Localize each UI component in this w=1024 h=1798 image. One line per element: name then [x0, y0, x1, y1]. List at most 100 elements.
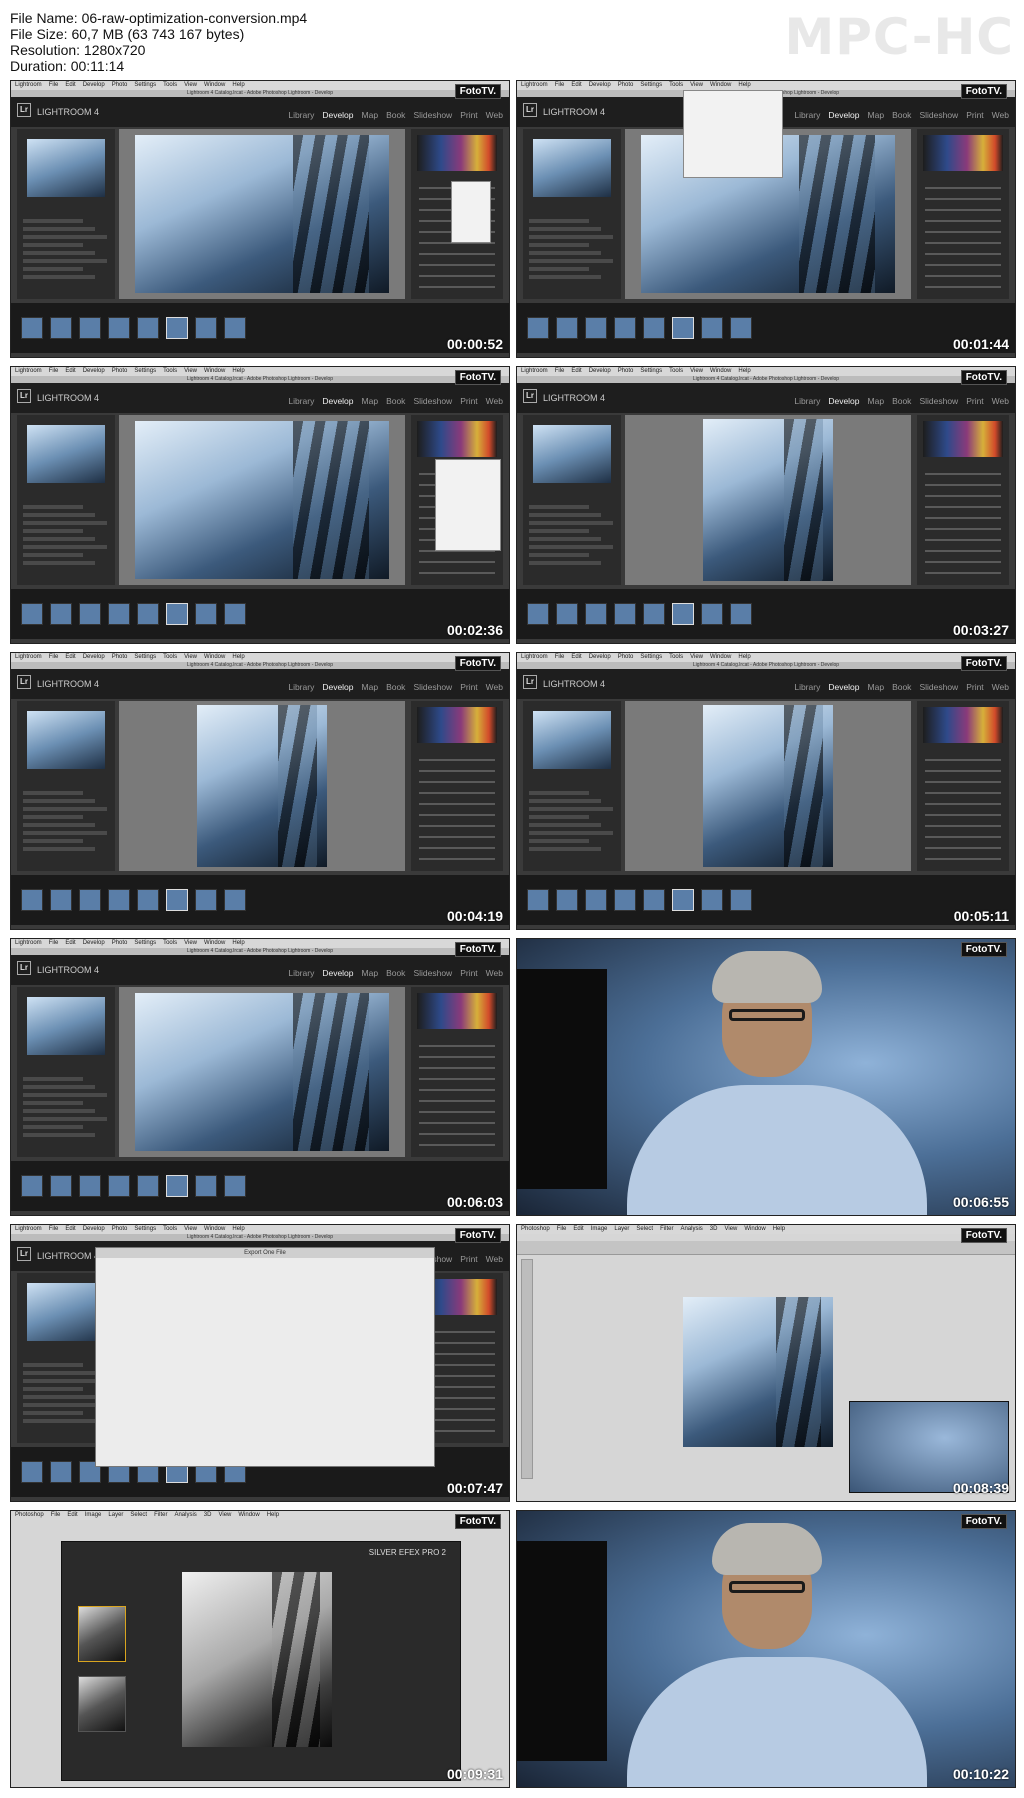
- module-web[interactable]: Web: [992, 110, 1009, 120]
- history-step[interactable]: [23, 791, 83, 795]
- video-frame[interactable]: Lightroom File Edit Develop Photo Settings Too…: [10, 366, 510, 644]
- adjustment-slider[interactable]: [925, 803, 1001, 805]
- menu-item[interactable]: Help: [738, 368, 750, 374]
- adjustment-slider[interactable]: [925, 220, 1001, 222]
- history-step[interactable]: [23, 799, 95, 803]
- filmstrip-thumb[interactable]: [166, 603, 188, 625]
- adjustment-slider[interactable]: [419, 1133, 495, 1135]
- adjustment-slider[interactable]: [419, 1144, 495, 1146]
- menu-item[interactable]: View: [690, 82, 703, 88]
- filmstrip-thumb[interactable]: [166, 889, 188, 911]
- filmstrip-thumb[interactable]: [556, 603, 578, 625]
- filmstrip-thumb[interactable]: [527, 317, 549, 339]
- history-step[interactable]: [23, 1093, 107, 1097]
- adjustment-slider[interactable]: [925, 550, 1001, 552]
- menu-item[interactable]: Edit: [65, 940, 75, 946]
- module-print[interactable]: Print: [460, 968, 477, 978]
- menu-item[interactable]: File: [49, 940, 59, 946]
- menu-item[interactable]: File: [555, 654, 565, 660]
- history-step[interactable]: [529, 259, 613, 263]
- adjustment-slider[interactable]: [925, 825, 1001, 827]
- image-canvas[interactable]: [119, 415, 405, 585]
- module-web[interactable]: Web: [486, 396, 503, 406]
- adjustment-slider[interactable]: [419, 1067, 495, 1069]
- navigator-preview[interactable]: [27, 425, 105, 483]
- adjustment-slider[interactable]: [925, 858, 1001, 860]
- adjustment-slider[interactable]: [419, 858, 495, 860]
- menu-item[interactable]: Develop: [83, 368, 105, 374]
- menu-item[interactable]: File: [49, 1226, 59, 1232]
- filmstrip-thumb[interactable]: [21, 603, 43, 625]
- menu-item[interactable]: Photo: [112, 654, 128, 660]
- history-step[interactable]: [23, 537, 95, 541]
- video-frame[interactable]: Lightroom File Edit Develop Photo Settings Too…: [516, 80, 1016, 358]
- adjustment-slider[interactable]: [925, 572, 1001, 574]
- module-develop[interactable]: Develop: [322, 968, 353, 978]
- history-step[interactable]: [23, 1419, 95, 1423]
- menu-item[interactable]: Help: [773, 1226, 785, 1232]
- menu-item[interactable]: Help: [738, 654, 750, 660]
- menu-item[interactable]: View: [184, 368, 197, 374]
- menu-item[interactable]: Help: [232, 1226, 244, 1232]
- menu-item[interactable]: Help: [738, 82, 750, 88]
- menu-item[interactable]: File: [49, 654, 59, 660]
- navigator-preview[interactable]: [533, 139, 611, 197]
- filmstrip-thumb[interactable]: [21, 889, 43, 911]
- history-step[interactable]: [23, 1117, 107, 1121]
- filmstrip-thumb[interactable]: [79, 889, 101, 911]
- history-step[interactable]: [23, 807, 107, 811]
- menu-item[interactable]: Develop: [589, 654, 611, 660]
- module-print[interactable]: Print: [460, 1254, 477, 1264]
- module-web[interactable]: Web: [992, 396, 1009, 406]
- navigator-preview[interactable]: [533, 711, 611, 769]
- navigator-preview[interactable]: [27, 139, 105, 197]
- history-step[interactable]: [529, 513, 601, 517]
- menu-item[interactable]: Develop: [83, 654, 105, 660]
- history-step[interactable]: [529, 537, 601, 541]
- history-step[interactable]: [23, 513, 95, 517]
- menu-item[interactable]: Photo: [618, 654, 634, 660]
- menu-item[interactable]: Edit: [67, 1512, 77, 1518]
- image-canvas[interactable]: [625, 701, 911, 871]
- filmstrip-thumb[interactable]: [166, 317, 188, 339]
- module-print[interactable]: Print: [460, 110, 477, 120]
- filmstrip-thumb[interactable]: [195, 317, 217, 339]
- menu-item[interactable]: Window: [204, 940, 225, 946]
- adjustment-slider[interactable]: [419, 814, 495, 816]
- history-step[interactable]: [23, 847, 95, 851]
- menu-item[interactable]: Photo: [112, 940, 128, 946]
- adjustment-slider[interactable]: [925, 286, 1001, 288]
- filmstrip-thumb[interactable]: [730, 317, 752, 339]
- adjustment-slider[interactable]: [419, 1111, 495, 1113]
- adjustment-slider[interactable]: [925, 770, 1001, 772]
- filmstrip-thumb[interactable]: [701, 317, 723, 339]
- filmstrip-thumb[interactable]: [195, 889, 217, 911]
- menu-item[interactable]: Photo: [618, 368, 634, 374]
- menu-item[interactable]: Analysis: [680, 1226, 702, 1232]
- menu-item[interactable]: Tools: [163, 368, 177, 374]
- video-frame[interactable]: Photoshop File Edit Image Layer Select Filter A…: [516, 1224, 1016, 1502]
- filmstrip-thumb[interactable]: [224, 889, 246, 911]
- history-step[interactable]: [23, 243, 83, 247]
- history-step[interactable]: [529, 243, 589, 247]
- adjustment-slider[interactable]: [925, 231, 1001, 233]
- navigator-preview[interactable]: [27, 997, 105, 1055]
- image-canvas[interactable]: [625, 415, 911, 585]
- adjustment-slider[interactable]: [419, 1100, 495, 1102]
- history-step[interactable]: [529, 823, 601, 827]
- adjustment-slider[interactable]: [925, 781, 1001, 783]
- module-library[interactable]: Library: [288, 110, 314, 120]
- filmstrip-thumb[interactable]: [672, 317, 694, 339]
- filmstrip-thumb[interactable]: [137, 603, 159, 625]
- menu-item[interactable]: Help: [232, 654, 244, 660]
- video-frame[interactable]: FotoTV. 00:06:55: [516, 938, 1016, 1216]
- video-frame[interactable]: Lightroom File Edit Develop Photo Settings Too…: [516, 652, 1016, 930]
- adjustment-slider[interactable]: [925, 275, 1001, 277]
- module-library[interactable]: Library: [288, 682, 314, 692]
- tools-menu[interactable]: [683, 90, 783, 178]
- adjustment-slider[interactable]: [419, 803, 495, 805]
- filmstrip-thumb[interactable]: [137, 1175, 159, 1197]
- menu-item[interactable]: View: [184, 654, 197, 660]
- menu-item[interactable]: Window: [204, 654, 225, 660]
- silver-efex-window[interactable]: SILVER EFEX PRO 2: [61, 1541, 461, 1781]
